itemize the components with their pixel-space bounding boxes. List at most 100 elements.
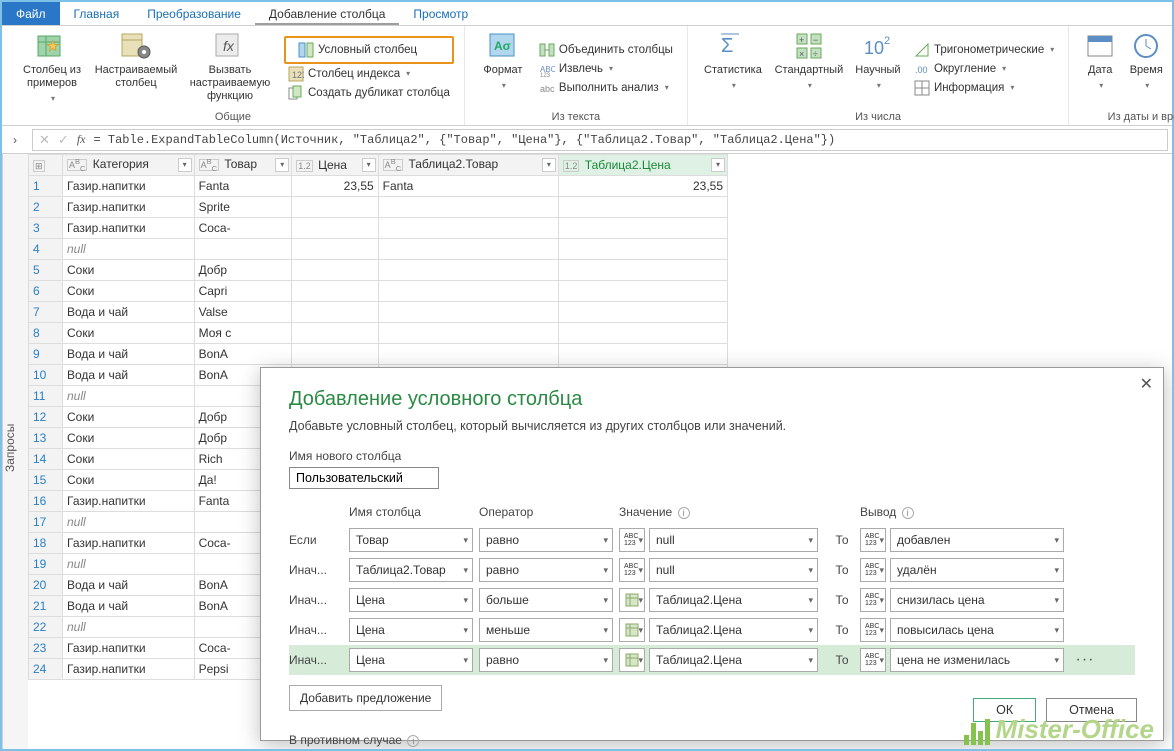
rule-output-combo[interactable]: снизилась цена xyxy=(890,588,1064,612)
table-row[interactable]: 4null xyxy=(29,239,728,260)
svg-text:−: − xyxy=(813,35,818,45)
btn-format[interactable]: Aσ Формат▾ xyxy=(475,28,531,109)
rule-column-combo[interactable]: Товар xyxy=(349,528,473,552)
btn-duplicate-column[interactable]: Создать дубликат столбца xyxy=(284,84,454,102)
queries-sidebar[interactable]: Запросы xyxy=(2,154,28,749)
table-row[interactable]: 3Газир.напиткиCoca- xyxy=(29,218,728,239)
rule-column-combo[interactable]: Таблица2.Товар xyxy=(349,558,473,582)
conditional-column-dialog: ✕ Добавление условного столбца Добавьте … xyxy=(260,367,1164,741)
column-header[interactable]: 1.2 Цена▾ xyxy=(292,155,378,176)
rule-operator-combo[interactable]: меньше xyxy=(479,618,613,642)
trig-icon xyxy=(914,42,930,58)
cell xyxy=(292,323,378,344)
info-icon[interactable]: i xyxy=(902,507,914,519)
table-row[interactable]: 5СокиДобр xyxy=(29,260,728,281)
btn-column-from-examples[interactable]: Столбец из примеров▾ xyxy=(12,28,92,109)
ten-power-icon: 102 xyxy=(862,30,894,62)
label: Тригонометрические xyxy=(934,44,1044,56)
tab-view[interactable]: Просмотр xyxy=(399,2,482,25)
btn-trig[interactable]: Тригонометрические▾ xyxy=(910,41,1058,59)
btn-analyze[interactable]: abc Выполнить анализ▾ xyxy=(535,79,677,97)
rule-operator-combo[interactable]: равно xyxy=(479,558,613,582)
rule-output-combo[interactable]: цена не изменилась xyxy=(890,648,1064,672)
table-row[interactable]: 2Газир.напиткиSprite xyxy=(29,197,728,218)
rule-output-type-combo[interactable]: ABC 123 xyxy=(860,618,886,642)
btn-scientific[interactable]: 102 Научный▾ xyxy=(850,28,906,109)
rule-operator-combo[interactable]: равно xyxy=(479,528,613,552)
new-column-name-input[interactable] xyxy=(289,467,439,489)
rule-output-type-combo[interactable]: ABC 123 xyxy=(860,528,886,552)
group-label-text: Из текста xyxy=(475,109,677,125)
rule-operator-combo[interactable]: равно xyxy=(479,648,613,672)
formula-cancel-icon[interactable]: ✕ xyxy=(39,132,50,148)
column-filter-icon[interactable]: ▾ xyxy=(362,158,376,172)
rule-value-combo[interactable]: null xyxy=(649,558,818,582)
column-header[interactable]: ABC Таблица2.Товар▾ xyxy=(378,155,558,176)
tab-transform[interactable]: Преобразование xyxy=(133,2,255,25)
rule-output-combo[interactable]: повысилась цена xyxy=(890,618,1064,642)
hdr-operator: Оператор xyxy=(479,505,619,519)
btn-time[interactable]: Время▾ xyxy=(1125,28,1167,109)
btn-merge-columns[interactable]: Объединить столбцы xyxy=(535,41,677,59)
btn-conditional-column[interactable]: Условный столбец xyxy=(284,36,454,64)
round-icon: .00 xyxy=(914,61,930,77)
btn-statistics[interactable]: Σ Статистика▾ xyxy=(698,28,768,109)
svg-text:123: 123 xyxy=(540,73,551,77)
btn-information[interactable]: Информация▾ xyxy=(910,79,1058,97)
table-row[interactable]: 7Вода и чайValse xyxy=(29,302,728,323)
column-header[interactable]: 1.2 Таблица2.Цена▾ xyxy=(558,155,727,176)
rule-value-combo[interactable]: Таблица2.Цена xyxy=(649,588,818,612)
btn-custom-column[interactable]: Настраиваемый столбец xyxy=(96,28,176,109)
btn-standard[interactable]: +−×÷ Стандартный▾ xyxy=(772,28,846,109)
column-header[interactable]: ABC Товар▾ xyxy=(194,155,292,176)
add-clause-button[interactable]: Добавить предложение xyxy=(289,685,442,711)
tab-home[interactable]: Главная xyxy=(60,2,134,25)
rule-output-combo[interactable]: удалён xyxy=(890,558,1064,582)
rule-more-icon[interactable]: ··· xyxy=(1070,651,1100,669)
table-row[interactable]: 1Газир.напиткиFanta23,55Fanta23,55 xyxy=(29,176,728,197)
row-number: 7 xyxy=(29,302,63,323)
info-icon[interactable]: i xyxy=(407,735,419,747)
tab-file[interactable]: Файл xyxy=(2,2,60,25)
close-icon[interactable]: ✕ xyxy=(1140,374,1153,394)
cancel-button[interactable]: Отмена xyxy=(1046,698,1137,722)
rule-output-type-combo[interactable]: ABC 123 xyxy=(860,588,886,612)
rule-column-combo[interactable]: Цена xyxy=(349,618,473,642)
rule-value-type-combo[interactable] xyxy=(619,588,645,612)
rule-value-combo[interactable]: Таблица2.Цена xyxy=(649,648,818,672)
rule-value-type-combo[interactable] xyxy=(619,648,645,672)
column-header[interactable]: ABC Категория▾ xyxy=(63,155,195,176)
rule-value-type-combo[interactable]: ABC 123 xyxy=(619,528,645,552)
rule-value-combo[interactable]: Таблица2.Цена xyxy=(649,618,818,642)
info-icon[interactable]: i xyxy=(678,507,690,519)
rule-column-combo[interactable]: Цена xyxy=(349,588,473,612)
cell: null xyxy=(63,617,195,638)
btn-date[interactable]: Дата▾ xyxy=(1079,28,1121,109)
rule-value-type-combo[interactable]: ABC 123 xyxy=(619,558,645,582)
rule-output-type-combo[interactable]: ABC 123 xyxy=(860,648,886,672)
table-row[interactable]: 9Вода и чайBonA xyxy=(29,344,728,365)
label: Округление xyxy=(934,63,996,75)
rule-value-combo[interactable]: null xyxy=(649,528,818,552)
btn-invoke-function[interactable]: fx Вызвать настраиваемую функцию xyxy=(180,28,280,109)
rule-value-type-combo[interactable] xyxy=(619,618,645,642)
queries-expand-icon[interactable]: › xyxy=(2,133,28,147)
ok-button[interactable]: ОК xyxy=(973,698,1036,722)
table-row[interactable]: 6СокиCapri xyxy=(29,281,728,302)
column-filter-icon[interactable]: ▾ xyxy=(275,158,289,172)
rule-output-type-combo[interactable]: ABC 123 xyxy=(860,558,886,582)
rownum-header[interactable]: ⊞ xyxy=(29,155,63,176)
btn-round[interactable]: .00 Округление▾ xyxy=(910,60,1058,78)
btn-extract[interactable]: ABC123 Извлечь▾ xyxy=(535,60,677,78)
rule-column-combo[interactable]: Цена xyxy=(349,648,473,672)
formula-accept-icon[interactable]: ✓ xyxy=(58,132,69,148)
column-filter-icon[interactable]: ▾ xyxy=(542,158,556,172)
tab-add-column[interactable]: Добавление столбца xyxy=(255,2,400,25)
column-filter-icon[interactable]: ▾ xyxy=(178,158,192,172)
rule-operator-combo[interactable]: больше xyxy=(479,588,613,612)
rule-output-combo[interactable]: добавлен xyxy=(890,528,1064,552)
formula-bar[interactable]: ✕ ✓ fx = Table.ExpandTableColumn(Источни… xyxy=(32,129,1168,151)
btn-index-column[interactable]: 123 Столбец индекса▾ xyxy=(284,65,454,83)
table-row[interactable]: 8СокиМоя с xyxy=(29,323,728,344)
column-filter-icon[interactable]: ▾ xyxy=(711,158,725,172)
